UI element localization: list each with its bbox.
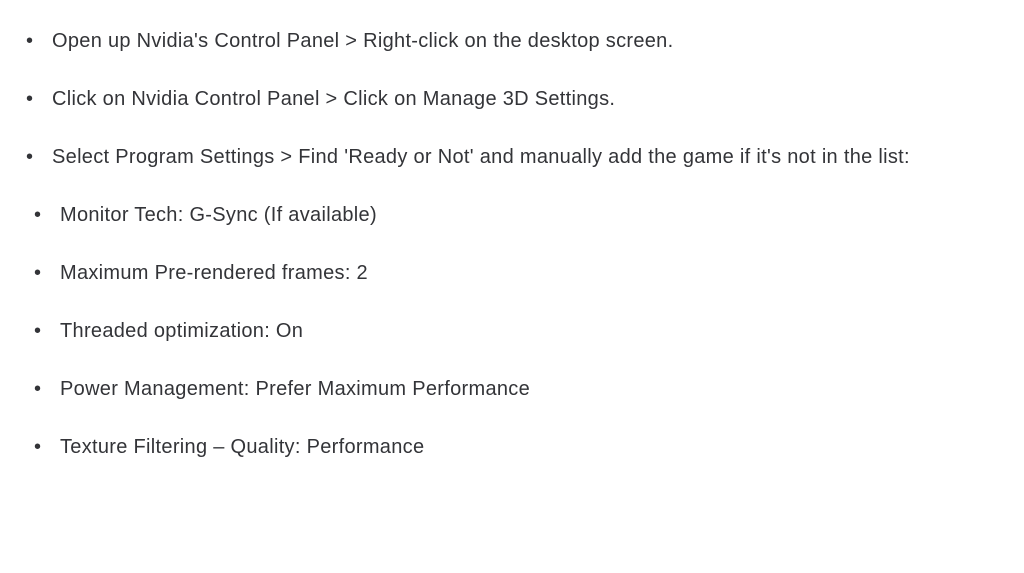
list-item: Power Management: Prefer Maximum Perform… xyxy=(20,372,984,406)
list-item: Threaded optimization: On xyxy=(20,314,984,348)
list-item: Maximum Pre-rendered frames: 2 xyxy=(20,256,984,290)
settings-list: Monitor Tech: G-Sync (If available) Maxi… xyxy=(20,198,984,464)
list-item: Open up Nvidia's Control Panel > Right-c… xyxy=(20,24,984,58)
list-item: Texture Filtering – Quality: Performance xyxy=(20,430,984,464)
list-item: Monitor Tech: G-Sync (If available) xyxy=(20,198,984,232)
list-item: Select Program Settings > Find 'Ready or… xyxy=(20,140,984,174)
list-item: Click on Nvidia Control Panel > Click on… xyxy=(20,82,984,116)
primary-steps-list: Open up Nvidia's Control Panel > Right-c… xyxy=(20,24,984,174)
